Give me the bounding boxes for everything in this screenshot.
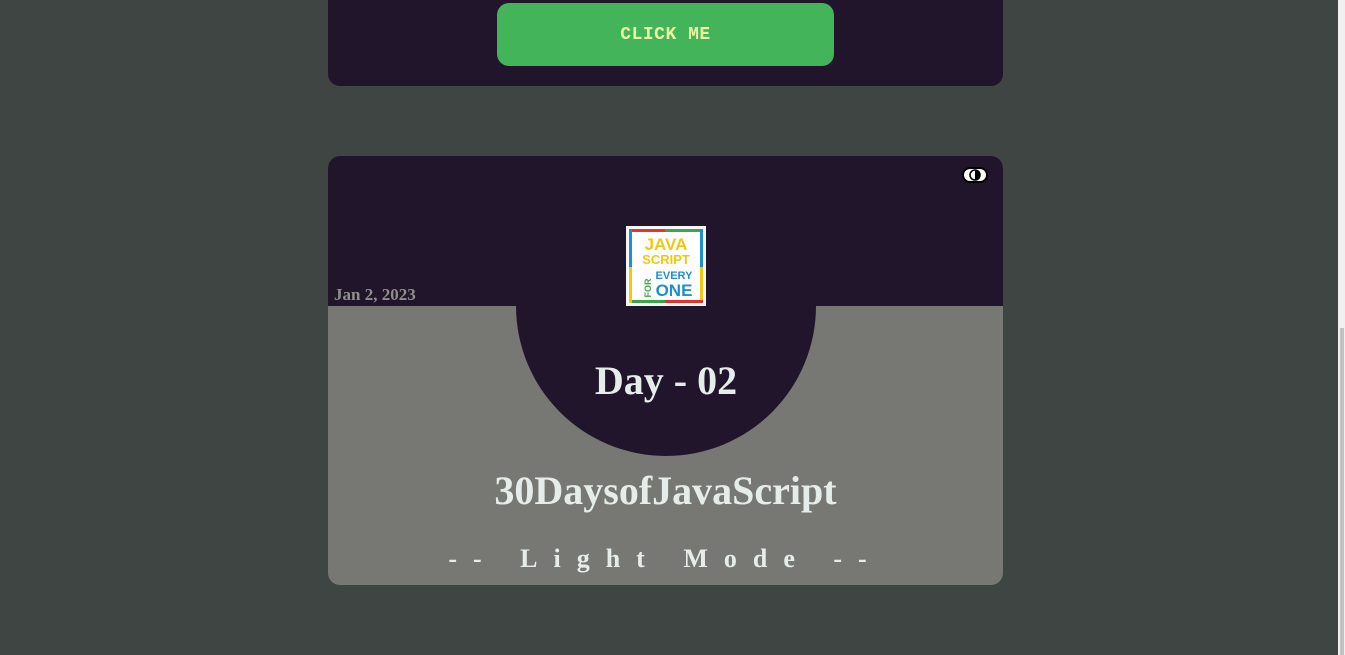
page: CLICK ME Jan 2, 2023 JAVA SCRIPT FOR EVE… — [0, 0, 1345, 655]
day-card: Jan 2, 2023 JAVA SCRIPT FOR EVERY ONE Da… — [328, 156, 1003, 585]
theme-toggle-button[interactable] — [962, 167, 988, 183]
javascript-for-everyone-logo: JAVA SCRIPT FOR EVERY ONE — [626, 226, 706, 306]
logo-for: FOR — [643, 278, 653, 297]
contrast-icon — [969, 169, 981, 181]
half-circle-badge — [516, 156, 816, 456]
post-date: Jan 2, 2023 — [334, 285, 416, 304]
day-title: Day - 02 — [594, 358, 738, 403]
light-mode-toggle[interactable]: -- Light Mode -- — [328, 543, 1003, 575]
click-me-button[interactable]: CLICK ME — [497, 3, 834, 66]
scrollbar-thumb[interactable] — [1340, 328, 1344, 655]
logo-line2: SCRIPT — [642, 252, 690, 267]
logo-one: ONE — [656, 281, 693, 300]
top-card: CLICK ME — [328, 0, 1003, 86]
main-title: 30DaysofJavaScript — [494, 468, 837, 513]
